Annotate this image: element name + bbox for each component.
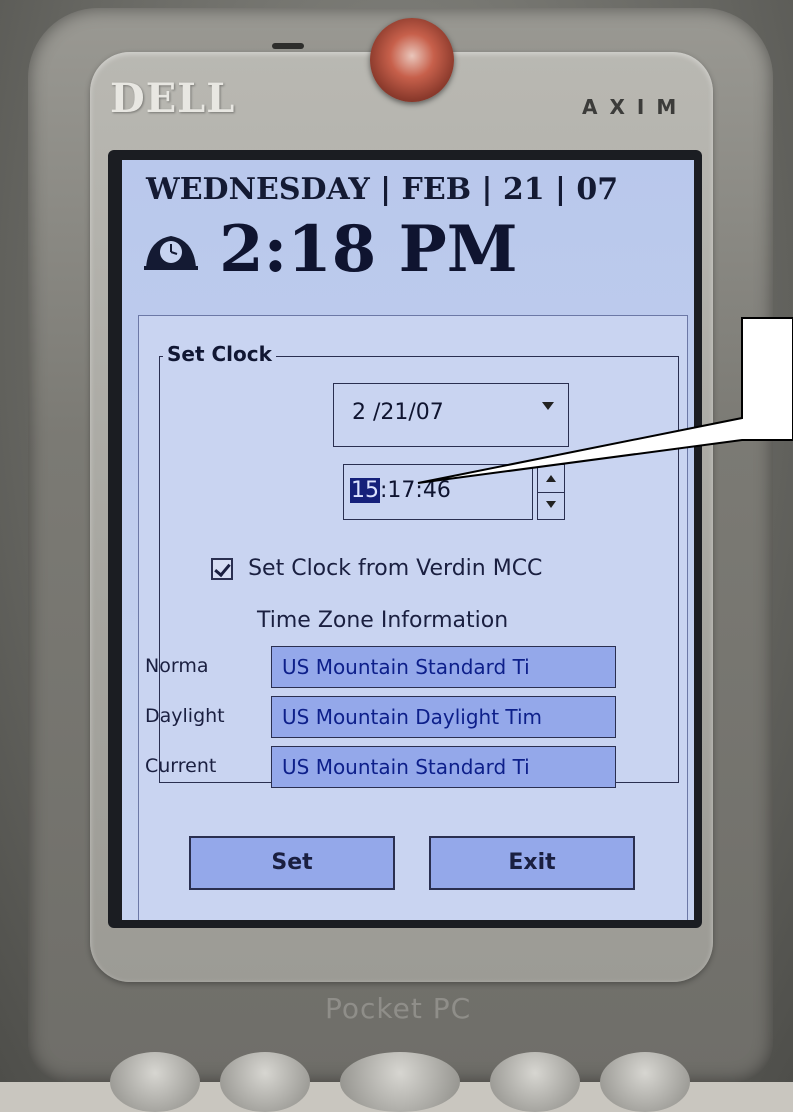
set-button[interactable]: Set xyxy=(189,836,395,890)
today-time: 2:18 PM xyxy=(219,212,518,287)
date-value: 2 /21/07 xyxy=(352,400,444,425)
arrow-down-icon xyxy=(546,501,556,508)
pocket-pc-label: Pocket PC xyxy=(325,992,472,1025)
today-time-row: 2:18 PM xyxy=(144,212,518,287)
tz-label-normal: Norma xyxy=(145,655,209,677)
time-input[interactable]: 15:17:46 xyxy=(343,464,533,520)
tz-value-daylight[interactable]: US Mountain Daylight Tim xyxy=(271,696,616,738)
arrow-up-icon xyxy=(546,475,556,482)
clock-icon xyxy=(144,235,198,270)
brand-logo: DELL xyxy=(110,75,236,122)
chevron-down-icon[interactable] xyxy=(542,402,554,410)
exit-button[interactable]: Exit xyxy=(429,836,635,890)
tz-value-normal[interactable]: US Mountain Standard Ti xyxy=(271,646,616,688)
tz-row-current: Current US Mountain Standard Ti xyxy=(145,746,685,790)
screen: WEDNESDAY | FEB | 21 | 07 2:18 PM Set Cl… xyxy=(122,160,694,920)
dpad-button[interactable] xyxy=(340,1052,460,1112)
time-zone-title: Time Zone Information xyxy=(257,608,509,633)
hardware-button-4[interactable] xyxy=(600,1052,690,1112)
hardware-button-1[interactable] xyxy=(110,1052,200,1112)
model-label: AXIM xyxy=(582,95,689,119)
sync-clock-checkbox[interactable] xyxy=(211,557,233,580)
speaker-slot xyxy=(272,43,304,49)
spin-up-button[interactable] xyxy=(538,465,564,493)
date-picker[interactable]: 2 /21/07 xyxy=(333,383,569,447)
tz-label-current: Current xyxy=(145,755,217,777)
time-spinner[interactable] xyxy=(537,464,565,520)
hardware-button-2[interactable] xyxy=(220,1052,310,1112)
time-value: 15:17:46 xyxy=(350,478,451,503)
hardware-button-3[interactable] xyxy=(490,1052,580,1112)
sync-clock-option[interactable]: Set Clock from Verdin MCC xyxy=(211,556,542,581)
tz-label-daylight: Daylight xyxy=(145,705,225,727)
tz-row-normal: Norma US Mountain Standard Ti xyxy=(145,646,685,690)
today-date: WEDNESDAY | FEB | 21 | 07 xyxy=(146,172,619,207)
power-button-icon[interactable] xyxy=(370,18,454,102)
spin-down-button[interactable] xyxy=(538,492,564,519)
sync-clock-label[interactable]: Set Clock from Verdin MCC xyxy=(248,556,542,581)
set-clock-panel: Set Clock 2 /21/07 15:17:46 Set Clock fr… xyxy=(138,315,688,920)
pda-device: DELL AXIM WEDNESDAY | FEB | 21 | 07 2:18… xyxy=(0,0,793,1112)
tz-row-daylight: Daylight US Mountain Daylight Tim xyxy=(145,696,685,740)
tz-value-current[interactable]: US Mountain Standard Ti xyxy=(271,746,616,788)
time-hour-selected[interactable]: 15 xyxy=(350,478,380,503)
time-minutes-seconds[interactable]: :17:46 xyxy=(380,478,451,503)
set-clock-title: Set Clock xyxy=(163,342,276,366)
